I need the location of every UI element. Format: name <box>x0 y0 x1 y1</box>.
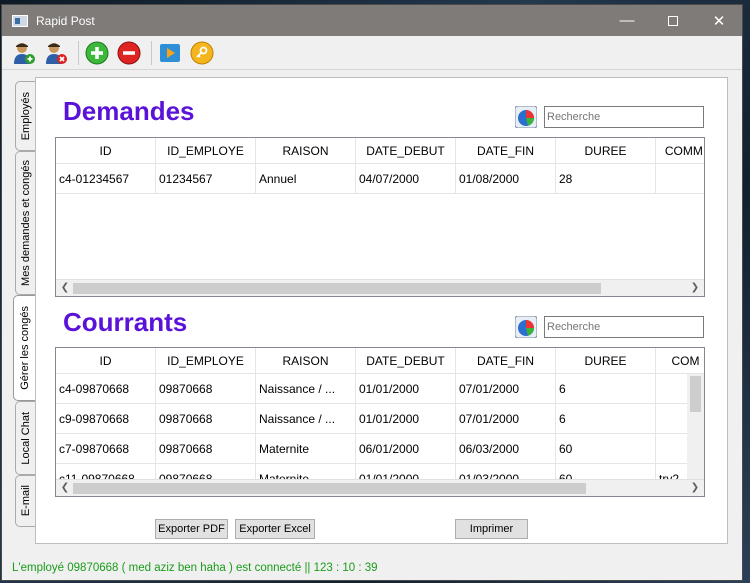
courrants-search-input[interactable] <box>544 316 704 338</box>
toolbar-separator <box>78 40 79 65</box>
demandes-title: Demandes <box>63 96 195 126</box>
table-cell: 01/01/2000 <box>356 374 456 403</box>
table-cell: 01/08/2000 <box>456 164 556 193</box>
table-header: ID ID_EMPLOYE RAISON DATE_DEBUT DATE_FIN DURE… <box>56 348 704 374</box>
table-header: ID ID_EMPLOYE RAISON DATE_DEBUT DATE_FIN DURE… <box>56 138 704 164</box>
app-window: Rapid Post — ✕ Employés Mes demandes et … <box>1 4 743 581</box>
window-title: Rapid Post <box>36 13 95 28</box>
minimize-button[interactable]: — <box>604 5 650 36</box>
column-header[interactable]: DATE_FIN <box>456 348 556 373</box>
scroll-thumb[interactable] <box>690 376 701 412</box>
demandes-table: ID ID_EMPLOYE RAISON DATE_DEBUT DATE_FIN DURE… <box>55 137 705 297</box>
table-cell: 07/01/2000 <box>456 374 556 403</box>
horizontal-scrollbar[interactable]: ❮ ❯ <box>56 279 704 296</box>
column-header[interactable]: RAISON <box>256 348 356 373</box>
title-bar: Rapid Post — ✕ <box>2 5 742 36</box>
remove-button[interactable] <box>115 39 143 67</box>
export-pdf-button[interactable]: Exporter PDF <box>155 519 228 539</box>
remove-user-button[interactable] <box>42 39 70 67</box>
key-icon <box>190 41 214 64</box>
table-body: c4-01234567 01234567 Annuel 04/07/2000 01/08… <box>56 164 704 194</box>
column-header[interactable]: DUREE <box>556 348 656 373</box>
table-cell: 06/03/2000 <box>456 434 556 463</box>
column-header[interactable]: ID_EMPLOYE <box>156 138 256 163</box>
tab-gerer-conges[interactable]: Gérer les congés <box>13 295 35 401</box>
scroll-thumb[interactable] <box>73 283 601 294</box>
column-header[interactable]: ID <box>56 138 156 163</box>
content-panel: Demandes IDID_EMPLOYERAISONDATE_DEBUTDAT… <box>35 77 728 544</box>
scroll-left-icon[interactable]: ❮ <box>58 282 72 293</box>
table-cell: 09870668 <box>156 374 256 403</box>
horizontal-scrollbar[interactable]: ❮ ❯ <box>56 479 704 496</box>
status-bar: L'employé 09870668 ( med aziz ben haha )… <box>12 562 378 574</box>
column-header[interactable]: COMMI <box>656 138 704 163</box>
table-cell: 6 <box>556 374 656 403</box>
key-button[interactable] <box>188 39 216 67</box>
chart-icon[interactable] <box>515 106 537 128</box>
table-cell: 09870668 <box>156 404 256 433</box>
column-header[interactable]: COM <box>656 348 704 373</box>
tab-email[interactable]: E-mail <box>15 475 35 527</box>
table-row[interactable]: c9-09870668 09870668 Naissance / ... 01/01/… <box>56 404 704 434</box>
tab-mes-demandes[interactable]: Mes demandes et congés <box>15 151 35 295</box>
print-button[interactable]: Imprimer <box>455 519 528 539</box>
table-cell: Naissance / ... <box>256 374 356 403</box>
tab-employes[interactable]: Employés <box>15 81 35 151</box>
table-cell: 60 <box>556 434 656 463</box>
table-cell: Annuel <box>256 164 356 193</box>
table-row[interactable]: c4-01234567 01234567 Annuel 04/07/2000 01/08… <box>56 164 704 194</box>
table-cell: c4-09870668 <box>56 374 156 403</box>
close-button[interactable]: ✕ <box>696 5 742 36</box>
maximize-button[interactable] <box>650 5 696 36</box>
table-cell: 01234567 <box>156 164 256 193</box>
scroll-right-icon[interactable]: ❯ <box>688 482 702 493</box>
table-row[interactable]: c7-09870668 09870668 Maternite 06/01/2000 06… <box>56 434 704 464</box>
table-cell: 01/01/2000 <box>356 404 456 433</box>
add-user-icon <box>14 42 35 64</box>
courrants-table: ID ID_EMPLOYE RAISON DATE_DEBUT DATE_FIN DURE… <box>55 347 705 497</box>
table-cell <box>656 164 704 193</box>
table-cell: 28 <box>556 164 656 193</box>
table-cell: 07/01/2000 <box>456 404 556 433</box>
column-header[interactable]: DATE_DEBUT <box>356 348 456 373</box>
table-cell: c7-09870668 <box>56 434 156 463</box>
table-cell: 09870668 <box>156 434 256 463</box>
column-header[interactable]: ID <box>56 348 156 373</box>
add-icon <box>85 41 109 64</box>
toolbar-separator <box>151 40 152 65</box>
tab-local-chat[interactable]: Local Chat <box>15 401 35 475</box>
courrants-title: Courrants <box>63 307 188 337</box>
remove-user-icon <box>46 42 67 64</box>
column-header[interactable]: RAISON <box>256 138 356 163</box>
column-header[interactable]: ID_EMPLOYE <box>156 348 256 373</box>
scroll-thumb[interactable] <box>73 483 586 494</box>
play-button[interactable] <box>156 39 184 67</box>
demandes-search-input[interactable] <box>544 106 704 128</box>
add-button[interactable] <box>83 39 111 67</box>
table-cell: 04/07/2000 <box>356 164 456 193</box>
app-icon <box>12 14 28 27</box>
export-excel-button[interactable]: Exporter Excel <box>235 519 315 539</box>
column-header[interactable]: DUREE <box>556 138 656 163</box>
table-cell: 6 <box>556 404 656 433</box>
vertical-scrollbar[interactable] <box>687 374 704 481</box>
table-row[interactable]: c4-09870668 09870668 Naissance / ... 01/01/… <box>56 374 704 404</box>
scroll-right-icon[interactable]: ❯ <box>688 282 702 293</box>
scroll-left-icon[interactable]: ❮ <box>58 482 72 493</box>
toolbar <box>2 36 742 70</box>
table-cell: c4-01234567 <box>56 164 156 193</box>
add-user-button[interactable] <box>10 39 38 67</box>
remove-icon <box>117 41 141 64</box>
table-cell: 06/01/2000 <box>356 434 456 463</box>
table-cell: c9-09870668 <box>56 404 156 433</box>
play-icon <box>160 43 180 62</box>
table-cell: Maternite <box>256 434 356 463</box>
column-header[interactable]: DATE_DEBUT <box>356 138 456 163</box>
table-cell: Naissance / ... <box>256 404 356 433</box>
chart-icon[interactable] <box>515 316 537 338</box>
table-body: c4-09870668 09870668 Naissance / ... 01/01/… <box>56 374 704 494</box>
column-header[interactable]: DATE_FIN <box>456 138 556 163</box>
